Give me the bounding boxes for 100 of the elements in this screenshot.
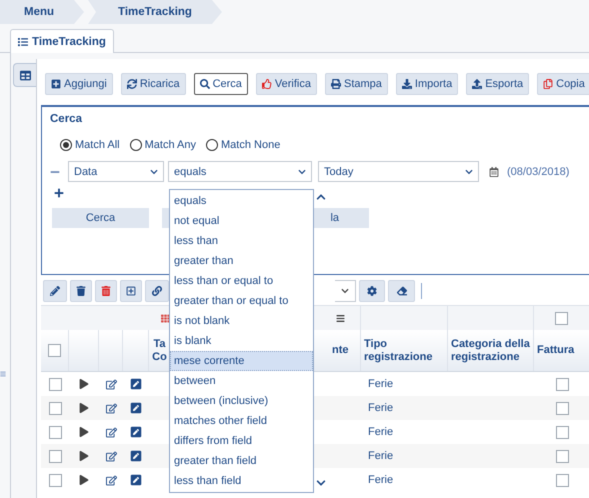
column-header[interactable]: Categoria della registrazione bbox=[448, 330, 534, 371]
play-icon[interactable] bbox=[79, 427, 89, 437]
dropdown-option[interactable]: less than field bbox=[170, 471, 313, 491]
play-icon[interactable] bbox=[79, 403, 89, 413]
link-button[interactable] bbox=[145, 280, 169, 302]
edit-icon[interactable] bbox=[106, 474, 116, 486]
expand-button[interactable] bbox=[120, 280, 142, 302]
list-icon bbox=[18, 36, 28, 46]
settings-button[interactable] bbox=[359, 280, 385, 302]
table-cell-text: Ferie bbox=[367, 473, 394, 488]
edit-icon[interactable] bbox=[130, 474, 142, 486]
radio-option[interactable]: Match Any bbox=[130, 139, 196, 151]
scroll-up-icon[interactable] bbox=[316, 192, 326, 202]
dropdown-option[interactable]: between (inclusive) bbox=[170, 391, 313, 411]
checkbox[interactable] bbox=[48, 450, 62, 462]
column-header[interactable]: Tipo registrazione bbox=[361, 330, 448, 371]
edit-button[interactable] bbox=[43, 280, 67, 302]
play-icon[interactable] bbox=[79, 379, 89, 389]
copy-icon bbox=[543, 79, 554, 89]
table-cell-text: Ferie bbox=[367, 401, 394, 416]
edit-icon[interactable] bbox=[130, 402, 142, 414]
radio-option[interactable]: Match All bbox=[60, 139, 120, 151]
plus-icon bbox=[51, 79, 61, 89]
toolbar-button[interactable]: Copia bbox=[537, 73, 589, 95]
edit-icon[interactable] bbox=[130, 378, 142, 390]
dropdown-option[interactable]: mese corrente bbox=[170, 351, 313, 371]
eraser-icon bbox=[396, 286, 406, 296]
toolbar-button[interactable]: Cerca bbox=[194, 73, 248, 95]
add-icon[interactable] bbox=[54, 188, 64, 198]
color-grid-icon[interactable] bbox=[161, 314, 170, 322]
dropdown-option[interactable]: differs from field bbox=[170, 431, 313, 451]
toolbar-button[interactable]: Ricarica bbox=[120, 73, 186, 95]
checkbox[interactable] bbox=[48, 378, 62, 390]
search-icon bbox=[200, 79, 210, 89]
radio-dot[interactable] bbox=[206, 139, 218, 151]
breadcrumb[interactable]: Menu bbox=[0, 0, 84, 24]
chevron-down-icon bbox=[150, 168, 158, 176]
toolbar-button[interactable]: Importa bbox=[396, 73, 458, 95]
edit-icon[interactable] bbox=[130, 450, 142, 462]
checkbox[interactable] bbox=[556, 378, 568, 390]
play-icon[interactable] bbox=[79, 475, 89, 485]
pencil-icon bbox=[50, 286, 60, 296]
scroll-down-icon[interactable] bbox=[316, 478, 326, 488]
dropdown-option[interactable]: greater than field bbox=[170, 451, 313, 471]
dropdown-option[interactable]: not equal bbox=[170, 211, 313, 231]
checkbox[interactable] bbox=[555, 312, 568, 324]
splitter-handle-icon[interactable] bbox=[0, 371, 6, 377]
radio-option[interactable]: Match None bbox=[206, 139, 280, 151]
table-cell-text: Ferie bbox=[367, 377, 394, 392]
tab[interactable]: TimeTracking bbox=[10, 29, 114, 53]
dropdown-option[interactable]: matches other field bbox=[170, 411, 313, 431]
eraser-button[interactable] bbox=[388, 280, 415, 302]
edit-icon[interactable] bbox=[130, 426, 142, 438]
field-select[interactable]: Data bbox=[68, 161, 164, 182]
dropdown-select[interactable] bbox=[335, 280, 356, 302]
checkbox[interactable] bbox=[556, 402, 568, 414]
dropdown-option[interactable]: less than bbox=[170, 231, 313, 251]
checkbox[interactable] bbox=[556, 450, 568, 462]
trash-icon bbox=[101, 286, 111, 296]
dropdown-option[interactable]: greater than or equal to bbox=[170, 291, 313, 311]
printer-icon bbox=[330, 79, 341, 89]
checkbox[interactable] bbox=[48, 426, 62, 438]
toolbar-button[interactable]: Verifica bbox=[256, 73, 317, 95]
edit-icon[interactable] bbox=[106, 378, 116, 390]
radio-dot[interactable] bbox=[130, 139, 142, 151]
trash-icon bbox=[76, 286, 86, 296]
table-icon bbox=[20, 70, 31, 80]
radio-dot[interactable] bbox=[60, 139, 72, 151]
dropdown-option[interactable]: greater than bbox=[170, 251, 313, 271]
checkbox[interactable] bbox=[48, 474, 62, 486]
edit-icon[interactable] bbox=[106, 450, 116, 462]
checkbox[interactable] bbox=[556, 474, 568, 486]
checkbox[interactable] bbox=[556, 426, 568, 438]
thumbs-up-icon bbox=[262, 79, 272, 89]
menu-icon[interactable] bbox=[336, 314, 345, 322]
checkbox[interactable] bbox=[48, 344, 61, 357]
value-select[interactable]: Today bbox=[318, 161, 479, 182]
play-icon[interactable] bbox=[79, 451, 89, 461]
dropdown-option[interactable]: is blank bbox=[170, 331, 313, 351]
calendar-icon[interactable] bbox=[489, 166, 499, 176]
toolbar-button[interactable]: Aggiungi bbox=[45, 73, 113, 95]
toolbar-button[interactable]: Esporta bbox=[466, 73, 530, 95]
chevron-down-icon bbox=[465, 168, 473, 176]
dropdown-option[interactable]: between bbox=[170, 371, 313, 391]
delete-button[interactable] bbox=[70, 280, 92, 302]
dropdown-option[interactable]: equals bbox=[170, 191, 313, 211]
edit-icon[interactable] bbox=[106, 402, 116, 414]
refresh-icon bbox=[126, 79, 137, 89]
delete-button[interactable] bbox=[95, 280, 117, 302]
toolbar-button[interactable]: Stampa bbox=[324, 73, 388, 95]
column-header[interactable]: Fattura bbox=[534, 330, 589, 371]
breadcrumb[interactable]: TimeTracking bbox=[88, 0, 222, 24]
operator-select[interactable]: equals bbox=[168, 161, 312, 182]
panel-button[interactable]: Cerca bbox=[52, 208, 149, 228]
dropdown-option[interactable]: less than or equal to bbox=[170, 271, 313, 291]
side-tab[interactable] bbox=[13, 63, 37, 87]
edit-icon[interactable] bbox=[106, 426, 116, 438]
checkbox[interactable] bbox=[48, 402, 62, 414]
upload-icon bbox=[472, 79, 482, 89]
panel-title: Cerca bbox=[50, 113, 83, 125]
